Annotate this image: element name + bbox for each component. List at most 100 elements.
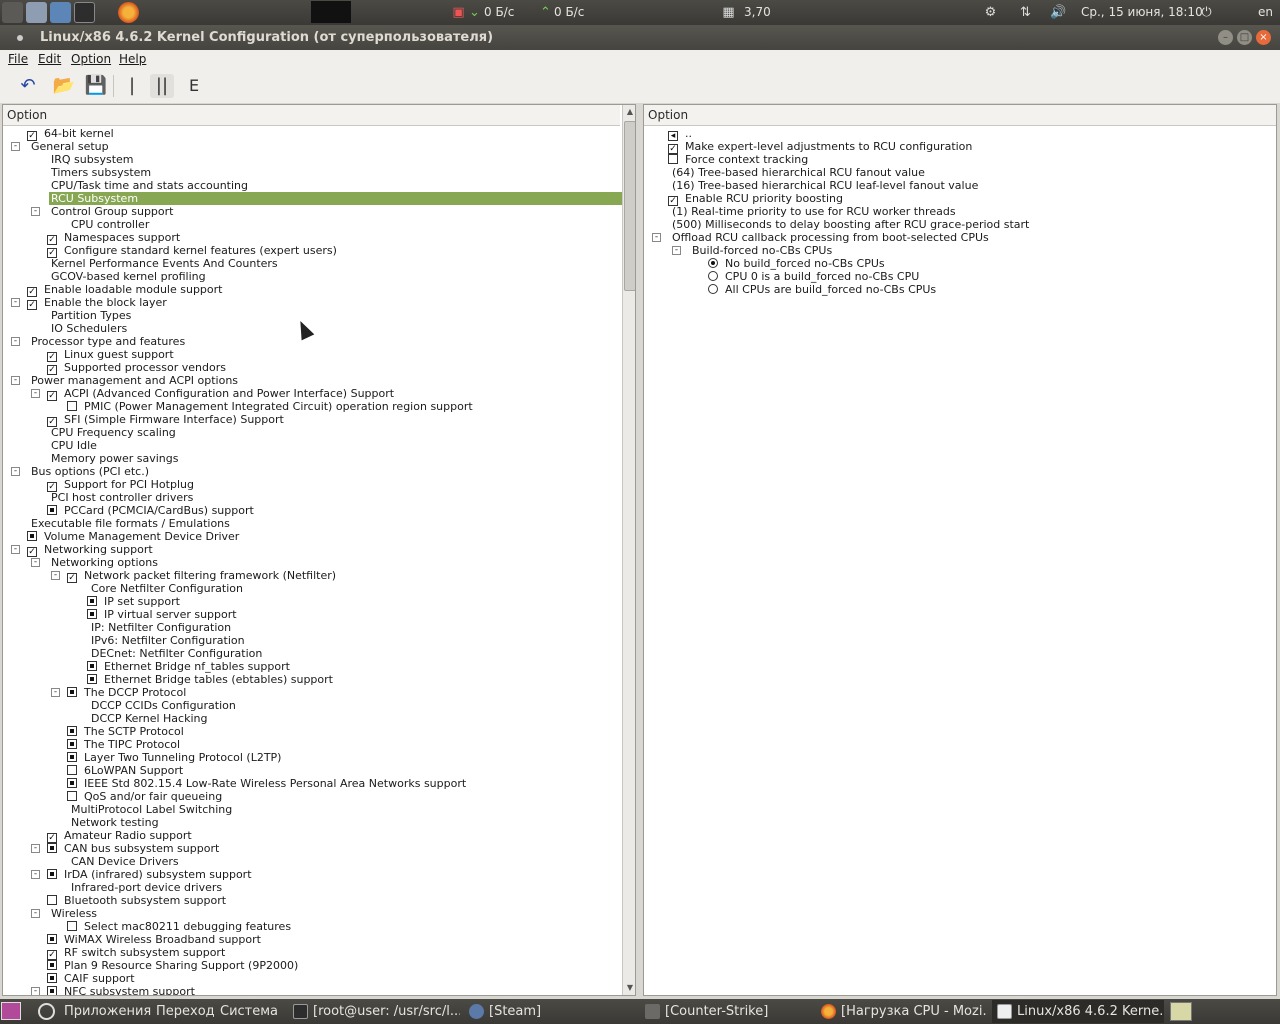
volume-icon[interactable]: 🔊 [1050,4,1067,21]
tree-row-acpi-advanced-configuration-and-power-interface-[interactable]: ✓ ACPI (Advanced Configuration and Power … [47,387,396,401]
tree-row-control-group-support[interactable]: Control Group support [49,205,175,218]
tree-row-configure-standard-kernel-features-expert-users[interactable]: ✓ Configure standard kernel features (exp… [47,244,339,258]
tree-row-layer-two-tunneling-protocol-l2tp[interactable]: Layer Two Tunneling Protocol (L2TP) [67,751,283,764]
tree-row-sfi-simple-firmware-interface-support[interactable]: ✓ SFI (Simple Firmware Interface) Support [47,413,286,427]
collapse-toggle-icon[interactable]: - [51,688,60,697]
datetime-clock[interactable]: Ср., 15 июня, 18:10 [1081,0,1203,25]
full-view-button[interactable]: E [182,74,206,98]
show-desktop-icon[interactable] [1,1002,21,1020]
tree-row-pccard-pcmcia-cardbus-support[interactable]: PCCard (PCMCIA/CardBus) support [47,504,256,517]
option-checkbox[interactable] [87,661,97,671]
menu-help[interactable]: Help [119,52,146,66]
option-radio[interactable] [708,271,718,281]
collapse-toggle-icon[interactable]: - [51,571,60,580]
option-checkbox[interactable]: ✓ [27,300,37,310]
workspace-switcher[interactable] [1170,1002,1192,1021]
option-checkbox[interactable] [87,596,97,606]
menu-file[interactable]: File [8,52,28,66]
tree-row-general-setup[interactable]: General setup [29,140,111,153]
tree-row-core-netfilter-configuration[interactable]: Core Netfilter Configuration [89,582,245,595]
tree-row-enable-rcu-priority-boosting[interactable]: ✓ Enable RCU priority boosting [668,192,845,206]
maximize-button[interactable]: □ [1237,30,1252,45]
collapse-toggle-icon[interactable]: - [11,545,20,554]
collapse-toggle-icon[interactable]: - [672,246,681,255]
tree-row-dccp-kernel-hacking[interactable]: DCCP Kernel Hacking [89,712,209,725]
tree-row-caif-support[interactable]: CAIF support [47,972,137,985]
task-steam[interactable]: [Steam] [464,1000,636,1023]
collapse-toggle-icon[interactable]: - [11,337,20,346]
save-button[interactable]: 💾 [84,74,108,98]
option-checkbox[interactable] [47,986,57,995]
tree-row-volume-management-device-driver[interactable]: Volume Management Device Driver [27,530,241,543]
option-checkbox[interactable] [67,687,77,697]
tree-row-can-device-drivers[interactable]: CAN Device Drivers [69,855,181,868]
task-firefox[interactable]: [Нагрузка CPU - Mozi... [816,1000,988,1023]
option-checkbox[interactable]: ✓ [27,547,37,557]
tree-row-network-testing[interactable]: Network testing [69,816,161,829]
collapse-toggle-icon[interactable]: - [11,298,20,307]
collapse-toggle-icon[interactable]: - [652,233,661,242]
keyboard-layout-indicator[interactable]: en [1258,0,1273,25]
tree-row-force-context-tracking[interactable]: Force context tracking [668,153,810,166]
applications-menu[interactable]: Приложения [64,999,151,1024]
tree-row-cpu-task-time-and-stats-accounting[interactable]: CPU/Task time and stats accounting [49,179,250,192]
minimize-button[interactable]: – [1218,30,1233,45]
option-checkbox[interactable] [47,934,57,944]
tree-row-ieee-std-802-15-4-low-rate-wireless-personal-are[interactable]: IEEE Std 802.15.4 Low-Rate Wireless Pers… [67,777,468,790]
tree-row-namespaces-support[interactable]: ✓ Namespaces support [47,231,182,245]
collapse-toggle-icon[interactable]: - [11,467,20,476]
task-counter-strike[interactable]: [Counter-Strike] [640,1000,812,1023]
tree-row-rf-switch-subsystem-support[interactable]: ✓ RF switch subsystem support [47,946,227,960]
collapse-toggle-icon[interactable]: - [31,987,40,995]
tree-row-500-milliseconds-to-delay-boosting-after-rcu-gra[interactable]: (500) Milliseconds to delay boosting aft… [670,218,1031,231]
tree-row-make-expert-level-adjustments-to-rcu-configurati[interactable]: ✓ Make expert-level adjustments to RCU co… [668,140,974,154]
virtualbox-launcher-icon[interactable] [50,2,71,23]
tree-row-io-schedulers[interactable]: IO Schedulers [49,322,129,335]
option-radio[interactable] [708,258,718,268]
tree-row-dccp-ccids-configuration[interactable]: DCCP CCIDs Configuration [89,699,238,712]
option-checkbox[interactable] [67,401,77,411]
tree-row-enable-loadable-module-support[interactable]: ✓ Enable loadable module support [27,283,224,297]
steam-launcher-icon[interactable] [2,2,23,23]
option-checkbox[interactable] [67,921,77,931]
option-checkbox[interactable] [47,869,57,879]
network-transfer-icon[interactable]: ⇅ [1017,4,1034,21]
option-checkbox[interactable] [67,726,77,736]
tree-row-ip-virtual-server-support[interactable]: IP virtual server support [87,608,239,621]
tree-row-multiprotocol-label-switching[interactable]: MultiProtocol Label Switching [69,803,234,816]
option-checkbox[interactable] [668,154,678,164]
collapse-toggle-icon[interactable]: - [31,207,40,216]
tree-row-kernel-performance-events-and-counters[interactable]: Kernel Performance Events And Counters [49,257,280,270]
files-launcher-icon[interactable] [26,2,47,23]
tree-row-pci-host-controller-drivers[interactable]: PCI host controller drivers [49,491,195,504]
window-titlebar[interactable]: Linux/x86 4.6.2 Kernel Configuration (от… [0,25,1280,50]
tree-row-bus-options-pci-etc[interactable]: Bus options (PCI etc.) [29,465,151,478]
tree-row-linux-guest-support[interactable]: ✓ Linux guest support [47,348,176,362]
tree-row-qos-and-or-fair-queueing[interactable]: QoS and/or fair queueing [67,790,224,803]
tree-row-ethernet-bridge-tables-ebtables-support[interactable]: Ethernet Bridge tables (ebtables) suppor… [87,673,335,686]
tree-row-64-bit-kernel[interactable]: ✓ 64-bit kernel [27,127,116,141]
places-menu[interactable]: Переход [156,999,215,1024]
tree-row-16-tree-based-hierarchical-rcu-leaf-level-fanout[interactable]: (16) Tree-based hierarchical RCU leaf-le… [670,179,980,192]
tree-row-cpu-idle[interactable]: CPU Idle [49,439,99,452]
tree-row-offload-rcu-callback-processing-from-boot-select[interactable]: Offload RCU callback processing from boo… [670,231,991,244]
tree-row-gcov-based-kernel-profiling[interactable]: GCOV-based kernel profiling [49,270,208,283]
tree-row-networking-support[interactable]: ✓ Networking support [27,543,155,557]
tree-row-bluetooth-subsystem-support[interactable]: Bluetooth subsystem support [47,894,228,907]
tree-row-64-tree-based-hierarchical-rcu-fanout-value[interactable]: (64) Tree-based hierarchical RCU fanout … [670,166,927,179]
tree-row-executable-file-formats-emulations[interactable]: Executable file formats / Emulations [29,517,232,530]
close-button[interactable]: × [1256,30,1271,45]
collapse-toggle-icon[interactable]: - [11,142,20,151]
vertical-scrollbar[interactable]: ▲ ▼ [622,105,635,995]
firefox-launcher-icon[interactable] [118,2,139,23]
tree-row-network-packet-filtering-framework-netfilter[interactable]: ✓ Network packet filtering framework (Net… [67,569,338,583]
option-checkbox[interactable] [47,960,57,970]
menu-edit[interactable]: Edit [38,52,61,66]
option-checkbox[interactable] [67,752,77,762]
option-checkbox[interactable] [47,895,57,905]
tree-row-enable-the-block-layer[interactable]: ✓ Enable the block layer [27,296,169,310]
tree-row-ip-netfilter-configuration[interactable]: IP: Netfilter Configuration [89,621,233,634]
option-list-panel[interactable]: Option ◂.. ✓ Make expert-level adjustments… [643,104,1277,996]
open-button[interactable]: 📂 [52,74,76,98]
tree-row-cpu-0-is-a-build-forced-no-cbs-cpu[interactable]: CPU 0 is a build_forced no-CBs CPU [708,270,921,283]
